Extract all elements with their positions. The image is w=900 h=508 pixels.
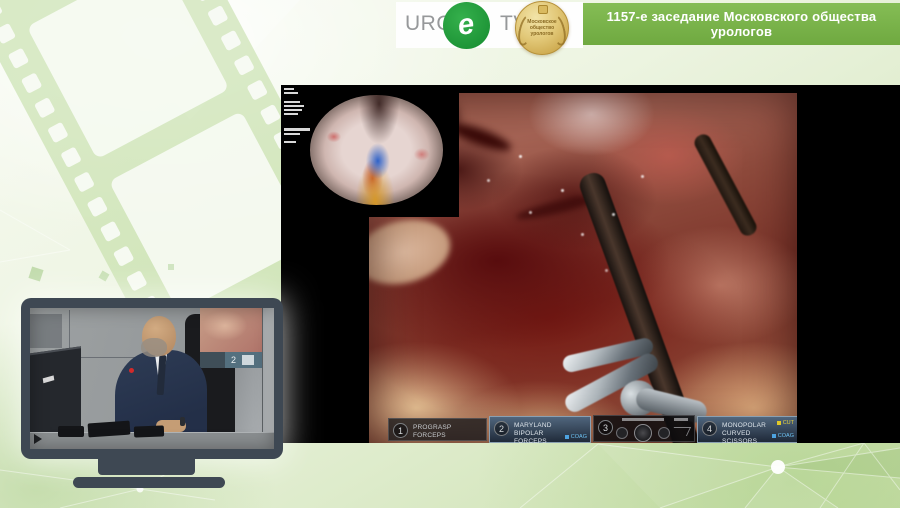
cut-icon	[777, 421, 781, 425]
camera-option-icon	[616, 427, 628, 439]
coag-icon	[772, 434, 776, 438]
instrument-slot-2: 2 MARYLAND BIPOLAR FORCEPS COAG	[489, 416, 591, 443]
arm-number: 4	[702, 421, 717, 436]
arm-number: 3	[598, 420, 613, 435]
endoscope-camera-icon	[634, 424, 652, 442]
header-title-bar: 1157-е заседание Московского общества ур…	[583, 3, 900, 45]
session-title: 1157-е заседание Московского общества ур…	[583, 9, 900, 39]
logo-e-glyph: e	[456, 10, 476, 41]
cystoscopy-pip-view	[281, 85, 459, 217]
coag-energy-indicator: COAG	[565, 434, 587, 440]
endoscope-image	[310, 95, 443, 205]
header-logo-box: URO e TV Московское общество урологов	[396, 2, 583, 48]
coag-label: COAG	[571, 434, 587, 440]
arm-number: 1	[393, 423, 408, 438]
coag-energy-indicator: COAG	[772, 433, 794, 439]
screen-vignette-graphic	[30, 308, 274, 449]
scope-angle-icon	[670, 427, 691, 436]
endoscope-overlay-text-graphic	[284, 113, 298, 115]
monitor-stand-neck	[98, 459, 195, 475]
monitor-stand-base	[73, 477, 225, 488]
endoscope-overlay-text-graphic	[284, 133, 300, 135]
arm-number: 2	[494, 421, 509, 436]
coag-icon	[565, 435, 569, 439]
page-background: URO e TV Московское общество урологов 11…	[0, 0, 900, 508]
camera-menu-text-graphic	[622, 418, 664, 421]
medallion-crest-icon	[538, 5, 548, 14]
endoscope-overlay-text-graphic	[284, 88, 294, 90]
camera-slot-3: 3	[593, 415, 695, 442]
medallion-text: урологов	[530, 31, 553, 37]
endoscope-overlay-text-graphic	[284, 109, 302, 111]
camera-controls	[616, 424, 670, 442]
speaker-video[interactable]: 2	[30, 308, 274, 449]
coag-label: COAG	[778, 433, 794, 439]
cut-energy-indicator: CUT	[777, 420, 794, 426]
instrument-name: MONOPOLAR CURVED SCISSORS	[722, 422, 778, 443]
camera-menu-text-graphic	[674, 418, 688, 421]
urotv-logo-icon: e	[443, 2, 490, 49]
speaker-monitor-frame: 2	[21, 298, 283, 459]
endoscope-overlay-text-graphic	[284, 128, 310, 131]
instrument-name: PROGRASP FORCEPS	[413, 424, 475, 440]
cut-label: CUT	[783, 420, 794, 426]
laurel-branch-icon	[547, 13, 568, 47]
camera-option-icon	[658, 427, 670, 439]
endoscope-overlay-text-graphic	[284, 105, 304, 107]
endoscope-overlay-text-graphic	[284, 141, 296, 143]
endoscope-overlay-text-graphic	[284, 101, 300, 103]
surgical-video-panel[interactable]: 1 PROGRASP FORCEPS 2 MARYLAND BIPOLAR FO…	[281, 85, 900, 443]
instrument-slot-4: 4 MONOPOLAR CURVED SCISSORS CUT COAG	[697, 416, 797, 443]
society-medallion-badge: Московское общество урологов	[515, 1, 569, 55]
endoscope-overlay-text-graphic	[284, 92, 298, 94]
instrument-slot-1: 1 PROGRASP FORCEPS	[388, 418, 487, 441]
